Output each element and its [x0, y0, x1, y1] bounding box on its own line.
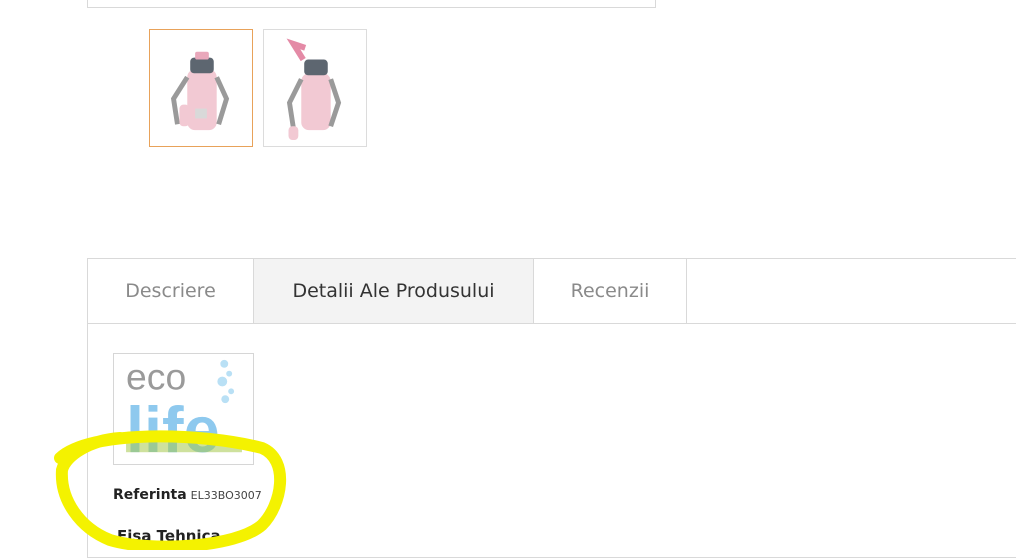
tab-bar: Descriere Detalii Ale Produsului Recenzi…: [88, 259, 1016, 324]
tab-recenzii[interactable]: Recenzii: [534, 259, 687, 323]
eco-life-logo: eco life: [126, 355, 242, 464]
logo-text-eco: eco: [126, 355, 186, 397]
tab-detalii[interactable]: Detalii Ale Produsului: [254, 259, 534, 323]
datasheet-label: Fisa Tehnica: [117, 527, 221, 545]
tab-label: Detalii Ale Produsului: [292, 280, 495, 302]
brand-logo[interactable]: eco life: [113, 353, 254, 465]
reference-value: EL33BO3007: [190, 489, 262, 502]
main-image-frame: [87, 0, 656, 8]
reference-row: Referinta EL33BO3007: [113, 484, 262, 503]
logo-text-life: life: [126, 393, 220, 464]
thumbnail-2[interactable]: [263, 29, 367, 147]
thumbnail-1[interactable]: [149, 29, 253, 147]
bottle-side-image: [286, 38, 342, 140]
reference-label: Referinta: [113, 487, 187, 503]
tab-label: Recenzii: [570, 280, 650, 302]
product-tabs: Descriere Detalii Ale Produsului Recenzi…: [87, 258, 1016, 558]
bottle-front-image: [170, 51, 230, 131]
tab-label: Descriere: [125, 280, 216, 302]
tab-descriere[interactable]: Descriere: [88, 259, 254, 323]
